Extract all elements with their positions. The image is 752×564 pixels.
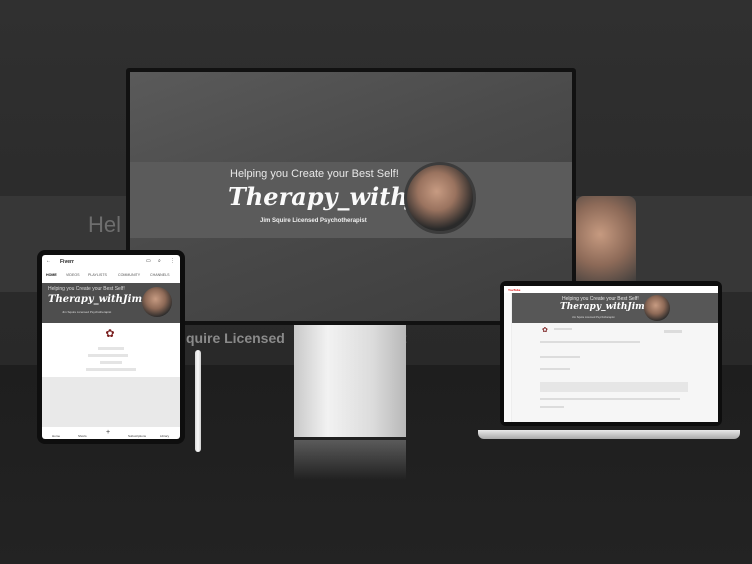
banner-title: Therapy_withJim bbox=[560, 302, 645, 312]
subscribe-placeholder bbox=[664, 330, 682, 333]
channel-tabs: HOME VIDEOS PLAYLISTS COMMUNITY CHANNELS bbox=[42, 271, 180, 281]
channel-avatar bbox=[404, 162, 476, 234]
content-area bbox=[42, 377, 180, 427]
channel-banner: Helping you Create your Best Self! Thera… bbox=[512, 293, 718, 323]
placeholder-line bbox=[86, 368, 136, 371]
laptop-device: YouTube Helping you Create your Best Sel… bbox=[500, 281, 722, 426]
back-arrow-icon[interactable]: ← bbox=[46, 258, 51, 264]
placeholder-line bbox=[540, 356, 580, 358]
banner-tagline: Helping you Create your Best Self! bbox=[230, 168, 399, 180]
youtube-logo[interactable]: YouTube bbox=[508, 288, 520, 292]
sidebar bbox=[504, 293, 512, 422]
laptop-base bbox=[478, 430, 740, 439]
channel-avatar bbox=[644, 295, 670, 321]
nav-home[interactable]: Home bbox=[52, 434, 60, 438]
backdrop-portrait bbox=[576, 196, 636, 292]
bottom-navigation: Home Shorts + Subscriptions Library bbox=[42, 427, 180, 439]
channel-banner: Helping you Create your Best Self! Thera… bbox=[42, 283, 180, 323]
placeholder-line bbox=[540, 398, 680, 400]
laptop-screen: YouTube Helping you Create your Best Sel… bbox=[504, 286, 718, 422]
tabs-placeholder bbox=[540, 341, 640, 343]
nav-subscriptions[interactable]: Subscriptions bbox=[128, 434, 146, 438]
stylus-pencil bbox=[195, 350, 201, 452]
nav-shorts[interactable]: Shorts bbox=[78, 434, 87, 438]
search-icon[interactable]: ⌕ bbox=[158, 258, 161, 264]
placeholder-line bbox=[88, 354, 128, 357]
channel-logo-icon: ✿ bbox=[105, 328, 115, 340]
banner-subtitle: Jim Squire Licensed Psychotherapist bbox=[260, 218, 367, 224]
banner-title: Therapy_withJim bbox=[48, 294, 143, 305]
tablet-screen: ← Fiverr ▭ ⌕ ⋮ HOME VIDEOS PLAYLISTS COM… bbox=[42, 255, 180, 439]
nav-create[interactable]: + bbox=[106, 429, 110, 436]
channel-avatar bbox=[142, 287, 172, 317]
cast-icon[interactable]: ▭ bbox=[146, 258, 151, 264]
backdrop-text-fragment: Hel bbox=[88, 212, 122, 237]
tab-videos[interactable]: VIDEOS bbox=[66, 273, 80, 277]
tablet-device: ← Fiverr ▭ ⌕ ⋮ HOME VIDEOS PLAYLISTS COM… bbox=[37, 250, 185, 444]
backdrop-text-fragment: quire Licensed bbox=[186, 330, 285, 346]
placeholder-line bbox=[554, 328, 572, 330]
placeholder-line bbox=[540, 368, 570, 370]
tab-channels[interactable]: CHANNELS bbox=[150, 273, 170, 277]
content-area bbox=[540, 382, 688, 392]
placeholder-line bbox=[100, 361, 122, 364]
banner-tagline: Helping you Create your Best Self! bbox=[48, 286, 125, 292]
channel-logo-icon: ✿ bbox=[542, 327, 548, 334]
app-title: Fiverr bbox=[60, 259, 74, 265]
laptop-app-bar: YouTube bbox=[504, 286, 718, 293]
tab-playlists[interactable]: PLAYLISTS bbox=[88, 273, 107, 277]
banner-subtitle: Jim Squire Licensed Psychotherapist bbox=[62, 310, 112, 314]
monitor-stand-reflection bbox=[294, 440, 406, 480]
placeholder-line bbox=[540, 406, 564, 408]
placeholder-line bbox=[98, 347, 124, 350]
tab-community[interactable]: COMMUNITY bbox=[118, 273, 140, 277]
nav-library[interactable]: Library bbox=[160, 434, 169, 438]
monitor-stand bbox=[294, 325, 406, 437]
tab-home[interactable]: HOME bbox=[46, 273, 57, 277]
tablet-app-bar: ← Fiverr ▭ ⌕ ⋮ bbox=[42, 255, 180, 269]
banner-subtitle: Jim Squire Licensed Psychotherapist bbox=[572, 316, 615, 319]
more-icon[interactable]: ⋮ bbox=[170, 258, 175, 264]
